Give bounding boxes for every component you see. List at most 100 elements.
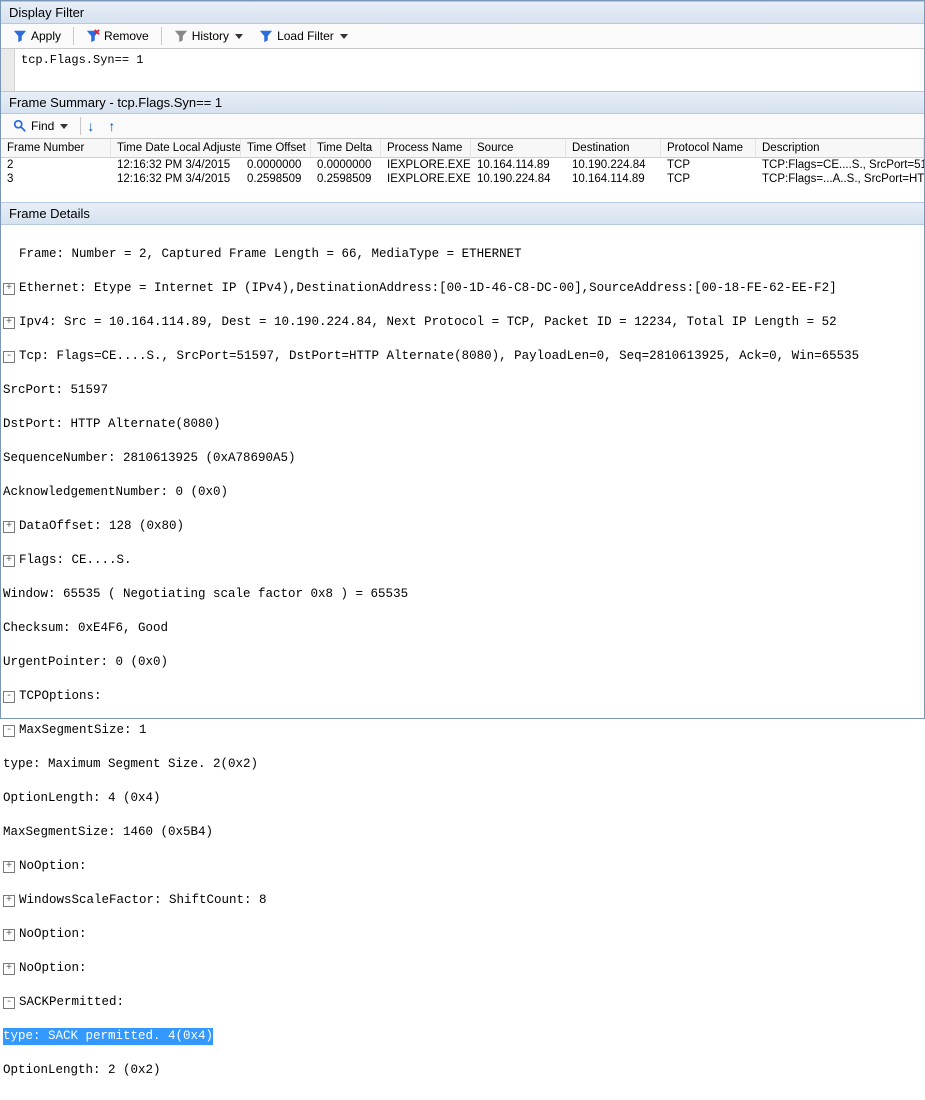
tree-toggle-icon[interactable]: + <box>3 861 15 873</box>
horizontal-scrollbar[interactable] <box>1 186 924 202</box>
frame-details-header: Frame Details <box>1 202 924 225</box>
col-destination[interactable]: Destination <box>566 139 661 157</box>
cell-time-date: 12:16:32 PM 3/4/2015 <box>111 172 241 186</box>
tree-label: Flags: CE....S. <box>19 552 132 569</box>
tree-node-window[interactable]: Window: 65535 ( Negotiating scale factor… <box>3 586 922 603</box>
find-label: Find <box>31 119 54 133</box>
tree-toggle-icon[interactable]: + <box>3 283 15 295</box>
load-filter-button[interactable]: Load Filter <box>253 27 354 45</box>
tree-node-sackpermitted[interactable]: -SACKPermitted: <box>3 994 922 1011</box>
frame-summary-header: Frame Summary - tcp.Flags.Syn== 1 <box>1 91 924 114</box>
tree-label: OptionLength: 4 (0x4) <box>3 790 161 807</box>
table-row[interactable]: 2 12:16:32 PM 3/4/2015 0.0000000 0.00000… <box>1 158 924 172</box>
cell-frame-number: 2 <box>1 158 111 172</box>
tree-node-noopt3[interactable]: +NoOption: <box>3 960 922 977</box>
tree-label: MaxSegmentSize: 1460 (0x5B4) <box>3 824 213 841</box>
tree-toggle-icon[interactable]: + <box>3 555 15 567</box>
col-protocol-name[interactable]: Protocol Name <box>661 139 756 157</box>
filter-remove-icon <box>86 29 100 43</box>
tree-node-wsf[interactable]: +WindowsScaleFactor: ShiftCount: 8 <box>3 892 922 909</box>
tree-node-mss[interactable]: -MaxSegmentSize: 1 <box>3 722 922 739</box>
summary-grid: Frame Number Time Date Local Adjusted Ti… <box>1 139 924 186</box>
cell-time-delta: 0.0000000 <box>311 158 381 172</box>
move-down-button[interactable]: ↓ <box>87 118 94 134</box>
dropdown-caret-icon <box>235 34 243 39</box>
filter-history-icon <box>174 29 188 43</box>
filter-text[interactable]: tcp.Flags.Syn== 1 <box>15 49 924 91</box>
tree-node-frame[interactable]: Frame: Number = 2, Captured Frame Length… <box>3 246 922 263</box>
filter-load-icon <box>259 29 273 43</box>
tree-toggle-none <box>3 249 15 261</box>
display-filter-header: Display Filter <box>1 1 924 24</box>
grid-header-row: Frame Number Time Date Local Adjusted Ti… <box>1 139 924 158</box>
tree-toggle-icon[interactable]: + <box>3 929 15 941</box>
tree-node-dataoffset[interactable]: + DataOffset: 128 (0x80) <box>3 518 922 535</box>
col-process-name[interactable]: Process Name <box>381 139 471 157</box>
tree-node-noopt1[interactable]: +NoOption: <box>3 858 922 875</box>
load-label: Load Filter <box>277 29 334 43</box>
tree-label: Ethernet: Etype = Internet IP (IPv4),Des… <box>19 280 837 297</box>
tree-label: Ipv4: Src = 10.164.114.89, Dest = 10.190… <box>19 314 837 331</box>
tree-node-sack-len[interactable]: OptionLength: 2 (0x2) <box>3 1062 922 1079</box>
cell-destination: 10.190.224.84 <box>566 158 661 172</box>
dropdown-caret-icon <box>340 34 348 39</box>
tree-label: DstPort: HTTP Alternate(8080) <box>3 416 221 433</box>
dropdown-caret-icon <box>60 124 68 129</box>
tree-label: AcknowledgementNumber: 0 (0x0) <box>3 484 228 501</box>
tree-node-urgptr[interactable]: UrgentPointer: 0 (0x0) <box>3 654 922 671</box>
col-time-date[interactable]: Time Date Local Adjusted <box>111 139 241 157</box>
cell-frame-number: 3 <box>1 172 111 186</box>
col-time-offset[interactable]: Time Offset <box>241 139 311 157</box>
tree-toggle-icon[interactable]: - <box>3 691 15 703</box>
tree-node-flags[interactable]: + Flags: CE....S. <box>3 552 922 569</box>
tree-toggle-icon[interactable]: + <box>3 521 15 533</box>
cell-destination: 10.164.114.89 <box>566 172 661 186</box>
tree-node-ipv4[interactable]: + Ipv4: Src = 10.164.114.89, Dest = 10.19… <box>3 314 922 331</box>
filter-input-area[interactable]: tcp.Flags.Syn== 1 <box>1 49 924 91</box>
cell-description: TCP:Flags=CE....S., SrcPort=51597, DstPo… <box>756 158 924 172</box>
tree-toggle-icon[interactable]: - <box>3 351 15 363</box>
tree-node-noopt2[interactable]: +NoOption: <box>3 926 922 943</box>
tree-toggle-icon[interactable]: - <box>3 997 15 1009</box>
tree-node-seqnum[interactable]: SequenceNumber: 2810613925 (0xA78690A5) <box>3 450 922 467</box>
filter-gutter <box>1 49 15 91</box>
tree-node-tcpoptions[interactable]: -TCPOptions: <box>3 688 922 705</box>
tree-node-acknum[interactable]: AcknowledgementNumber: 0 (0x0) <box>3 484 922 501</box>
tree-node-srcport[interactable]: SrcPort: 51597 <box>3 382 922 399</box>
tree-toggle-icon[interactable]: + <box>3 317 15 329</box>
tree-node-checksum[interactable]: Checksum: 0xE4F6, Good <box>3 620 922 637</box>
tree-label: Window: 65535 ( Negotiating scale factor… <box>3 586 408 603</box>
filter-apply-icon <box>13 29 27 43</box>
tree-label: Tcp: Flags=CE....S., SrcPort=51597, DstP… <box>19 348 859 365</box>
tree-node-tcp[interactable]: -Tcp: Flags=CE....S., SrcPort=51597, Dst… <box>3 348 922 365</box>
move-up-button[interactable]: ↑ <box>108 118 115 134</box>
tree-label: type: Maximum Segment Size. 2(0x2) <box>3 756 258 773</box>
apply-button[interactable]: Apply <box>7 27 67 45</box>
col-source[interactable]: Source <box>471 139 566 157</box>
cell-time-delta: 0.2598509 <box>311 172 381 186</box>
tree-node-mss-len[interactable]: OptionLength: 4 (0x4) <box>3 790 922 807</box>
summary-toolbar: Find ↓ ↑ <box>1 114 924 139</box>
find-button[interactable]: Find <box>7 117 74 135</box>
col-description[interactable]: Description <box>756 139 924 157</box>
filter-toolbar: Apply Remove History Load Filter <box>1 24 924 49</box>
tree-node-mss-val[interactable]: MaxSegmentSize: 1460 (0x5B4) <box>3 824 922 841</box>
tree-toggle-icon[interactable]: - <box>3 725 15 737</box>
table-row[interactable]: 3 12:16:32 PM 3/4/2015 0.2598509 0.25985… <box>1 172 924 186</box>
history-button[interactable]: History <box>168 27 249 45</box>
tree-node-dstport[interactable]: DstPort: HTTP Alternate(8080) <box>3 416 922 433</box>
tree-node-ethernet[interactable]: + Ethernet: Etype = Internet IP (IPv4),De… <box>3 280 922 297</box>
tree-toggle-icon[interactable]: + <box>3 895 15 907</box>
remove-button[interactable]: Remove <box>80 27 155 45</box>
history-label: History <box>192 29 229 43</box>
tree-label: SACKPermitted: <box>19 994 124 1011</box>
tree-label: DataOffset: 128 (0x80) <box>19 518 184 535</box>
cell-time-offset: 0.2598509 <box>241 172 311 186</box>
tree-node-mss-type[interactable]: type: Maximum Segment Size. 2(0x2) <box>3 756 922 773</box>
col-frame-number[interactable]: Frame Number <box>1 139 111 157</box>
tree-label: OptionLength: 2 (0x2) <box>3 1062 161 1079</box>
frame-details-tree: Frame: Number = 2, Captured Frame Length… <box>1 225 924 1100</box>
col-time-delta[interactable]: Time Delta <box>311 139 381 157</box>
tree-toggle-icon[interactable]: + <box>3 963 15 975</box>
tree-node-sack-type[interactable]: type: SACK permitted. 4(0x4) <box>3 1028 922 1045</box>
